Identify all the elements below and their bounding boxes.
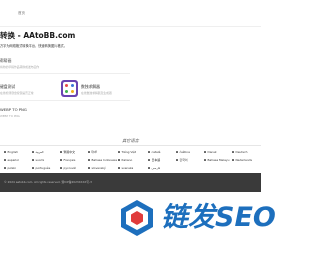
bullet-icon [60,167,62,169]
card-divider [0,73,130,74]
language-label: español [7,158,19,162]
bullet-icon [118,151,120,153]
language-link[interactable]: čeština [176,150,190,154]
language-label: हिन्दी [91,150,97,154]
language-label: suomi [35,158,45,162]
language-label: 日本語 [151,158,161,162]
card-desc-sudoku: 在线数独求解器及生成器 [81,91,112,95]
watermark: 链发SEO [117,198,276,238]
bullet-icon [204,151,206,153]
language-link[interactable]: Italiano [118,158,132,162]
card-title-sudoku[interactable]: 数独求解器 [81,84,100,90]
footer: © 2024 aatobb.com. All rights reserved. … [0,173,261,192]
nav-home-link[interactable]: 首页 [18,11,25,16]
icon-dot-blue [71,84,74,87]
language-label: English [7,150,18,154]
card-desc-webp: WEBP TO PNG [0,114,20,118]
language-link[interactable]: Tiếng Việt [118,150,136,154]
language-label: فارسی [151,166,161,170]
language-link[interactable]: हिन्दी [88,150,97,154]
card-divider [0,100,130,101]
language-link[interactable]: Bahasa Melayu [204,158,229,162]
bullet-icon [88,167,90,169]
page-subtitle: 万字为网络格式转换平台，快速转换图片格式。 [0,44,67,48]
bullet-icon [88,151,90,153]
language-link[interactable]: português [32,166,50,170]
sudoku-icon-face [63,82,76,95]
sudoku-app-icon[interactable] [61,80,78,97]
card-title-draw[interactable]: 帮帮画 [0,58,11,64]
watermark-logo-icon [121,200,153,236]
language-link[interactable]: polski [4,166,16,170]
language-link[interactable]: Deutsch [232,150,247,154]
language-label: svenska [121,166,134,170]
language-label: 한국어 [179,158,188,162]
page-title: 转换 - AAtoBB.com [0,31,76,40]
language-link[interactable]: slovenský [88,166,106,170]
language-link[interactable]: català [148,150,160,154]
language-link[interactable]: español [4,158,19,162]
language-label: Dansk [207,150,217,154]
language-label: Nederlands [235,158,253,162]
bullet-icon [88,159,90,161]
bullet-icon [60,159,62,161]
language-label: Tiếng Việt [121,150,136,154]
card-desc-draw: 将你的草稿作品转换成发布画作 [0,65,40,69]
language-label: Bahasa Melayu [207,158,230,162]
language-link[interactable]: Bahasa Indonesia [88,158,117,162]
bullet-icon [176,151,178,153]
language-link[interactable]: 繁體中文 [60,150,75,154]
language-label: čeština [179,150,190,154]
bullet-icon [118,159,120,161]
bullet-icon [148,151,150,153]
language-label: português [35,166,51,170]
bullet-icon [4,167,6,169]
card-title-keyboard[interactable]: 键盘测试 [0,84,15,90]
bullet-icon [60,151,62,153]
language-label: Italiano [121,158,133,162]
language-label: Bahasa Indonesia [91,158,118,162]
language-link[interactable]: svenska [118,166,133,170]
bullet-icon [32,151,34,153]
card-title-webp[interactable]: WEBP TO PNG [0,107,27,112]
languages-heading: 其它语言 [122,138,139,143]
bullet-icon [118,167,120,169]
top-navbar: 首页 [0,0,261,27]
language-link[interactable]: русский [60,166,76,170]
language-label: català [151,150,161,154]
language-label: polski [7,166,16,170]
bullet-icon [148,159,150,161]
language-link[interactable]: فارسی [148,166,160,170]
language-link[interactable]: Nederlands [232,158,252,162]
bullet-icon [232,159,234,161]
bullet-icon [176,159,178,161]
language-label: Français [63,158,76,162]
language-link[interactable]: Français [60,158,75,162]
language-label: slovenský [91,166,106,170]
language-link[interactable]: 日本語 [148,158,160,162]
language-link[interactable]: English [4,150,18,154]
language-link[interactable]: suomi [32,158,44,162]
bullet-icon [4,159,6,161]
bullet-icon [32,167,34,169]
icon-dot-green [65,90,68,93]
language-label: русский [63,166,76,170]
footer-copyright: © 2024 aatobb.com. All rights reserved. … [4,180,92,184]
card-desc-keyboard: 在线检测键盘按键是否正常 [0,91,34,95]
bullet-icon [232,151,234,153]
languages-divider [0,145,261,146]
language-link[interactable]: العربية [32,150,43,154]
language-label: Deutsch [235,150,248,154]
watermark-text: 链发SEO [161,202,276,233]
bullet-icon [32,159,34,161]
language-label: العربية [35,150,44,154]
language-label: 繁體中文 [63,150,76,154]
bullet-icon [4,151,6,153]
language-link[interactable]: Dansk [204,150,217,154]
icon-dot-red [65,84,68,87]
language-link[interactable]: 한국어 [176,158,187,162]
bullet-icon [148,167,150,169]
bullet-icon [204,159,206,161]
icon-dot-yellow [71,90,74,93]
